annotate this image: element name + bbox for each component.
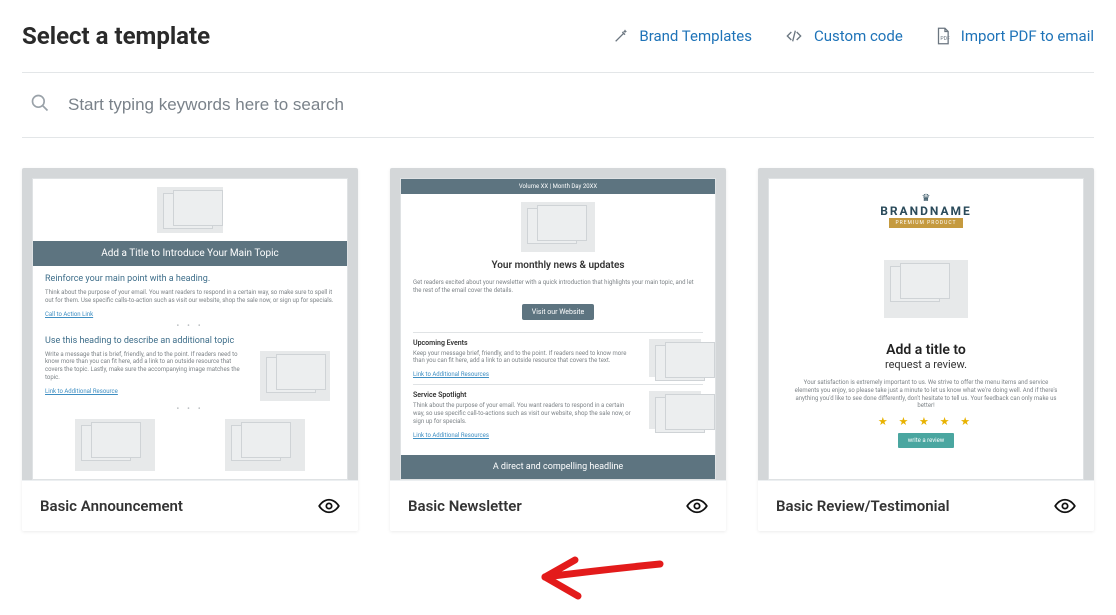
preview-title-band: Add a Title to Introduce Your Main Topic bbox=[33, 241, 347, 266]
page-title: Select a template bbox=[22, 22, 210, 50]
wand-icon bbox=[613, 28, 629, 44]
template-thumbnail: Volume XX | Month Day 20XX Your monthly … bbox=[390, 168, 726, 480]
page-header: Select a template Brand Templates Custom… bbox=[0, 0, 1116, 72]
code-icon bbox=[784, 28, 804, 44]
template-thumbnail: ♛ BRANDNAME PREMIUM PRODUCT Add a title … bbox=[758, 168, 1094, 480]
template-gallery: Add a Title to Introduce Your Main Topic… bbox=[0, 138, 1116, 531]
card-title: Basic Newsletter bbox=[408, 497, 522, 515]
card-title: Basic Review/Testimonial bbox=[776, 497, 950, 515]
preview-button[interactable] bbox=[1054, 498, 1076, 514]
pdf-file-icon: PDF bbox=[935, 27, 951, 45]
import-pdf-link[interactable]: PDF Import PDF to email bbox=[935, 27, 1094, 45]
brand-templates-label: Brand Templates bbox=[639, 27, 752, 45]
import-pdf-label: Import PDF to email bbox=[961, 27, 1094, 45]
svg-text:PDF: PDF bbox=[940, 36, 950, 42]
template-thumbnail: Add a Title to Introduce Your Main Topic… bbox=[22, 168, 358, 480]
card-footer: Basic Newsletter bbox=[390, 480, 726, 531]
search-row bbox=[22, 72, 1094, 138]
search-icon bbox=[30, 93, 50, 117]
template-card-announcement[interactable]: Add a Title to Introduce Your Main Topic… bbox=[22, 168, 358, 531]
brand-templates-link[interactable]: Brand Templates bbox=[613, 27, 752, 45]
custom-code-link[interactable]: Custom code bbox=[784, 27, 903, 45]
header-actions: Brand Templates Custom code PDF Import P… bbox=[613, 27, 1094, 45]
annotation-arrow bbox=[530, 552, 670, 612]
template-card-review[interactable]: ♛ BRANDNAME PREMIUM PRODUCT Add a title … bbox=[758, 168, 1094, 531]
card-footer: Basic Announcement bbox=[22, 480, 358, 531]
preview-button[interactable] bbox=[686, 498, 708, 514]
card-footer: Basic Review/Testimonial bbox=[758, 480, 1094, 531]
preview-button[interactable] bbox=[318, 498, 340, 514]
template-card-newsletter[interactable]: Volume XX | Month Day 20XX Your monthly … bbox=[390, 168, 726, 531]
custom-code-label: Custom code bbox=[814, 27, 903, 45]
card-title: Basic Announcement bbox=[40, 497, 183, 515]
search-input[interactable] bbox=[68, 95, 1086, 115]
star-rating-icon: ★ ★ ★ ★ ★ bbox=[791, 415, 1061, 428]
